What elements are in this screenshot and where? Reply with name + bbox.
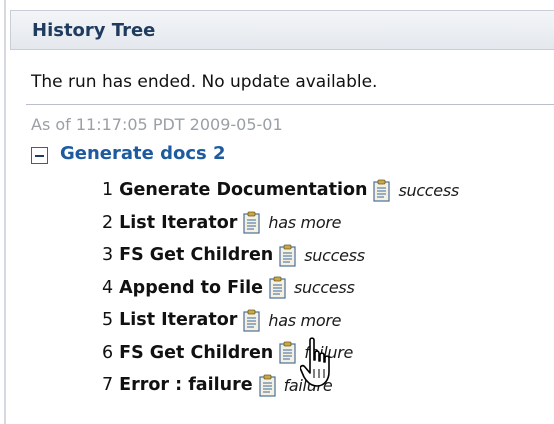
panel-title: History Tree [32,20,156,41]
step-name[interactable]: FS Get Children [119,343,273,363]
step-number: 5 [102,310,114,331]
run-timestamp: As of 11:17:05 PDT 2009-05-01 [31,115,283,134]
document-icon[interactable] [243,211,261,234]
message-divider [26,104,554,105]
history-tree-panel: History Tree The run has ended. No updat… [0,0,554,424]
document-icon[interactable] [269,276,287,299]
step-row[interactable]: 4 Append to File success [102,272,459,305]
step-row[interactable]: 1 Generate Documentation success [102,174,459,207]
step-name[interactable]: List Iterator [119,310,237,330]
document-icon[interactable] [258,374,277,397]
step-row[interactable]: 7 Error : failure failure [102,369,459,402]
step-status: success [294,278,355,298]
step-name[interactable]: Error : failure [119,375,252,395]
step-number: 6 [102,342,114,363]
step-name[interactable]: FS Get Children [119,245,273,265]
step-number: 7 [102,375,114,396]
step-number: 2 [102,212,114,233]
step-name[interactable]: List Iterator [119,213,237,233]
document-icon[interactable] [373,179,391,202]
document-icon[interactable] [243,309,261,332]
document-icon[interactable] [279,341,297,364]
step-row[interactable]: 2 List Iterator has more [102,207,459,240]
hand-pointer-icon [300,337,330,387]
step-row[interactable]: 6 FS Get Children failure [102,337,459,370]
step-status: has more [268,213,342,233]
step-name[interactable]: Generate Documentation [119,180,367,200]
collapse-minus-icon[interactable] [31,147,48,164]
step-row[interactable]: 3 FS Get Children success [102,239,459,272]
step-name[interactable]: Append to File [119,278,263,298]
document-icon[interactable] [279,244,297,267]
panel-left-border [4,0,6,424]
step-row[interactable]: 5 List Iterator has more [102,304,459,337]
tree-root-run-name[interactable]: Generate docs 2 [60,143,226,164]
step-number: 1 [102,180,114,201]
step-list: 1 Generate Documentation success 2 List Iter… [102,174,459,402]
step-status: success [304,245,365,265]
step-status: success [398,180,459,200]
step-number: 3 [102,245,114,266]
step-number: 4 [102,277,114,298]
run-status-message: The run has ended. No update available. [31,72,378,92]
panel-header: History Tree [10,10,554,50]
step-status: has more [268,310,342,330]
